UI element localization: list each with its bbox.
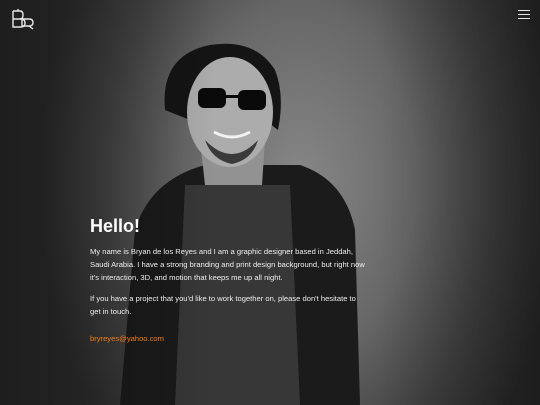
intro-paragraph: My name is Bryan de los Reyes and I am a… (90, 247, 365, 282)
menu-line (518, 18, 530, 19)
intro-section: Hello! My name is Bryan de los Reyes and… (90, 216, 365, 346)
br-monogram-icon[interactable] (10, 8, 36, 30)
intro-heading: Hello! (90, 216, 141, 236)
contact-paragraph: If you have a project that you'd like to… (90, 294, 356, 317)
email-link[interactable]: bryreyes@yahoo.com (90, 334, 164, 343)
menu-line (518, 14, 530, 15)
hamburger-menu-icon[interactable] (518, 10, 530, 22)
menu-line (518, 10, 530, 11)
